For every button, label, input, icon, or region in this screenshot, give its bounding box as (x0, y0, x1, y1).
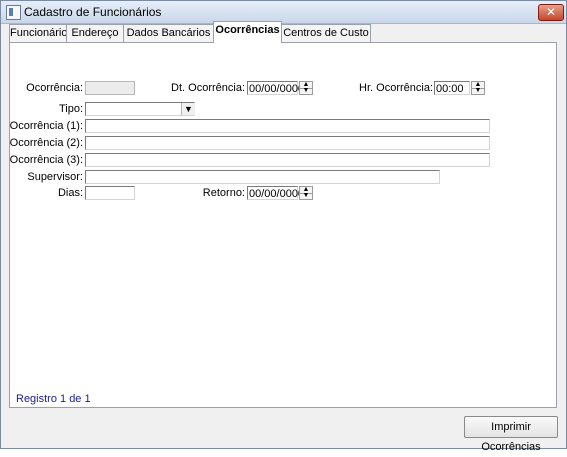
retorno-spinner[interactable]: ▲ ▼ (299, 186, 313, 200)
retorno-label: Retorno: (202, 187, 245, 199)
tab-ocorrencias[interactable]: Ocorrências (213, 21, 282, 43)
window-title: Cadastro de Funcionários (24, 5, 162, 19)
dt-ocorrencia-spinner[interactable]: ▲ ▼ (299, 81, 313, 95)
title-bar[interactable]: Cadastro de Funcionários ✕ (1, 1, 566, 24)
retorno-field[interactable]: 00/00/0000 (247, 186, 304, 200)
tab-endereco[interactable]: Endereço (66, 24, 124, 42)
dias-label: Dias: (57, 187, 83, 199)
ocorrencia-label: Ocorrência: (26, 82, 83, 94)
dt-ocorrencia-field[interactable]: 00/00/0000 (247, 81, 304, 95)
record-status: Registro 1 de 1 (16, 393, 91, 405)
spin-down-icon[interactable]: ▼ (472, 87, 484, 94)
tipo-label: Tipo: (58, 103, 83, 115)
close-icon: ✕ (545, 5, 557, 19)
print-ocorrencias-button[interactable]: Imprimir Ocorrências (464, 416, 558, 453)
app-window-icon (6, 5, 21, 20)
close-button[interactable]: ✕ (538, 4, 564, 21)
ocorrencias-panel: Ocorrência: Dt. Ocorrência: 00/00/0000 ▲… (9, 42, 557, 408)
ocorrencia1-field[interactable] (85, 119, 490, 133)
supervisor-label: Supervisor: (27, 171, 83, 183)
ocorrencia3-field[interactable] (85, 153, 490, 167)
tab-funcionario[interactable]: Funcionário (9, 24, 67, 42)
hr-ocorrencia-spinner[interactable]: ▲ ▼ (471, 81, 485, 95)
ocorrencia1-label: Ocorrência (1): (9, 120, 83, 132)
ocorrencia2-field[interactable] (85, 136, 490, 150)
spin-down-icon[interactable]: ▼ (300, 192, 312, 199)
dt-ocorrencia-label: Dt. Ocorrência: (171, 82, 245, 94)
hr-ocorrencia-label: Hr. Ocorrência: (359, 82, 433, 94)
ocorrencia2-label: Ocorrência (2): (9, 137, 83, 149)
ocorrencia-field (85, 81, 135, 95)
spin-down-icon[interactable]: ▼ (300, 87, 312, 94)
hr-ocorrencia-field[interactable]: 00:00 (434, 81, 470, 95)
chevron-down-icon[interactable]: ▼ (181, 103, 195, 115)
ocorrencia3-label: Ocorrência (3): (9, 154, 83, 166)
tipo-select[interactable] (85, 102, 195, 116)
dias-field[interactable] (85, 186, 135, 200)
tab-centros-de-custo[interactable]: Centros de Custo (281, 24, 371, 42)
tab-dados-bancarios[interactable]: Dados Bancários (123, 24, 214, 42)
supervisor-field[interactable] (85, 170, 440, 184)
main-window: Cadastro de Funcionários ✕ Funcionário E… (0, 0, 567, 453)
